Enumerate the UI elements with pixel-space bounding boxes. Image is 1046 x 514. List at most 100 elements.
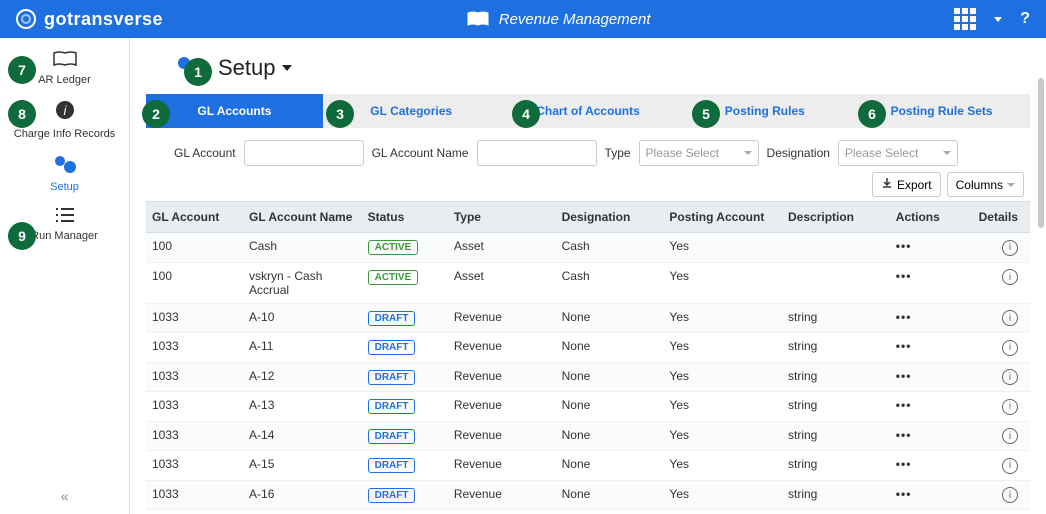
cell-actions: ••• — [890, 510, 965, 514]
cell-designation: Cash — [556, 233, 664, 263]
help-icon[interactable]: ? — [1020, 10, 1030, 28]
status-badge: DRAFT — [368, 429, 416, 444]
cell-gl-account-name: Cash — [243, 233, 362, 263]
sidebar-collapse[interactable]: « — [61, 488, 69, 504]
cell-type: Revenue — [448, 362, 556, 392]
cell-type: Revenue — [448, 451, 556, 481]
table-row: 100vskryn - Cash AccrualACTIVEAssetCashY… — [146, 262, 1030, 303]
cell-posting: Yes — [663, 262, 782, 303]
book-icon — [467, 11, 489, 27]
details-icon[interactable]: i — [1002, 340, 1018, 356]
status-badge: DRAFT — [368, 370, 416, 385]
row-actions-menu[interactable]: ••• — [896, 398, 912, 412]
row-actions-menu[interactable]: ••• — [896, 428, 912, 442]
cell-gl-account: 1033 — [146, 392, 243, 422]
page-title-text: Setup — [218, 55, 276, 81]
cell-gl-account: 1033 — [146, 451, 243, 481]
table-row: 1033A-12DRAFTRevenueNoneYesstring•••i — [146, 362, 1030, 392]
filter-select-type[interactable]: Please Select — [639, 140, 759, 166]
tabs: GL Accounts GL Categories Chart of Accou… — [146, 94, 1030, 128]
export-button[interactable]: Export — [872, 172, 941, 197]
row-actions-menu[interactable]: ••• — [896, 487, 912, 501]
col-posting-account[interactable]: Posting Account — [663, 202, 782, 233]
button-label: Columns — [956, 178, 1003, 192]
cell-actions: ••• — [890, 262, 965, 303]
cell-description — [782, 233, 890, 263]
row-actions-menu[interactable]: ••• — [896, 269, 912, 283]
col-status[interactable]: Status — [362, 202, 448, 233]
table-row: 1033A-10DRAFTRevenueNoneYesstring•••i — [146, 303, 1030, 333]
annotation-9: 9 — [8, 222, 36, 250]
details-icon[interactable]: i — [1002, 399, 1018, 415]
cell-details: i — [965, 421, 1030, 451]
brand-text: gotransverse — [44, 9, 163, 30]
page-title[interactable]: Setup — [218, 55, 292, 81]
status-badge: DRAFT — [368, 458, 416, 473]
gl-accounts-table: GL Account GL Account Name Status Type D… — [146, 201, 1030, 514]
brand[interactable]: gotransverse — [16, 9, 163, 30]
cell-description: string — [782, 421, 890, 451]
cell-posting: Yes — [663, 333, 782, 363]
details-icon[interactable]: i — [1002, 487, 1018, 503]
col-gl-account[interactable]: GL Account — [146, 202, 243, 233]
cell-actions: ••• — [890, 333, 965, 363]
tab-gl-accounts[interactable]: GL Accounts — [146, 94, 323, 128]
row-actions-menu[interactable]: ••• — [896, 239, 912, 253]
filter-input-gl-account-name[interactable] — [477, 140, 597, 166]
cell-gl-account-name: A-14 — [243, 421, 362, 451]
cell-gl-account-name: vskryn - Cash Accrual — [243, 262, 362, 303]
sidebar-item-label: AR Ledger — [38, 74, 91, 86]
col-type[interactable]: Type — [448, 202, 556, 233]
cell-gl-account: 1033 — [146, 333, 243, 363]
row-actions-menu[interactable]: ••• — [896, 457, 912, 471]
filter-input-gl-account[interactable] — [244, 140, 364, 166]
row-actions-menu[interactable]: ••• — [896, 369, 912, 383]
app-grid-icon[interactable] — [954, 8, 976, 30]
details-icon[interactable]: i — [1002, 428, 1018, 444]
col-details[interactable]: Details — [965, 202, 1030, 233]
sidebar-item-run-manager[interactable]: Run Manager — [31, 206, 98, 243]
cell-posting: Yes — [663, 362, 782, 392]
cell-gl-account: 1033 — [146, 303, 243, 333]
button-label: Export — [897, 178, 932, 192]
details-icon[interactable]: i — [1002, 458, 1018, 474]
cell-gl-account: 100 — [146, 233, 243, 263]
user-menu-toggle[interactable] — [994, 17, 1002, 22]
table-row: 1033A-17DRAFTRevenueNoneYesstring•••i — [146, 510, 1030, 514]
details-icon[interactable]: i — [1002, 310, 1018, 326]
details-icon[interactable]: i — [1002, 269, 1018, 285]
cell-gl-account-name: A-13 — [243, 392, 362, 422]
filter-label-gl-account-name: GL Account Name — [372, 146, 469, 160]
row-actions-menu[interactable]: ••• — [896, 310, 912, 324]
cell-designation: Cash — [556, 262, 664, 303]
cell-type: Revenue — [448, 392, 556, 422]
col-designation[interactable]: Designation — [556, 202, 664, 233]
cell-designation: None — [556, 362, 664, 392]
status-badge: DRAFT — [368, 340, 416, 355]
chevron-down-icon — [744, 151, 752, 155]
cell-posting: Yes — [663, 451, 782, 481]
cell-gl-account-name: A-17 — [243, 510, 362, 514]
col-gl-account-name[interactable]: GL Account Name — [243, 202, 362, 233]
annotation-3: 3 — [326, 100, 354, 128]
cell-details: i — [965, 303, 1030, 333]
row-actions-menu[interactable]: ••• — [896, 339, 912, 353]
col-description[interactable]: Description — [782, 202, 890, 233]
details-icon[interactable]: i — [1002, 240, 1018, 256]
cell-status: DRAFT — [362, 510, 448, 514]
tab-label: Posting Rules — [725, 104, 805, 118]
details-icon[interactable]: i — [1002, 369, 1018, 385]
tab-label: Chart of Accounts — [536, 104, 640, 118]
col-actions[interactable]: Actions — [890, 202, 965, 233]
annotation-7: 7 — [8, 56, 36, 84]
sidebar-item-ar-ledger[interactable]: AR Ledger — [38, 50, 91, 87]
select-placeholder: Please Select — [646, 146, 719, 160]
main-content: Setup GL Accounts GL Categories Chart of… — [130, 38, 1046, 514]
cell-details: i — [965, 480, 1030, 510]
sidebar-item-setup[interactable]: Setup — [50, 153, 79, 194]
scrollbar[interactable] — [1038, 78, 1044, 228]
columns-button[interactable]: Columns — [947, 172, 1024, 197]
cell-type: Revenue — [448, 333, 556, 363]
page-title-row: Setup — [174, 54, 1030, 82]
filter-select-designation[interactable]: Please Select — [838, 140, 958, 166]
